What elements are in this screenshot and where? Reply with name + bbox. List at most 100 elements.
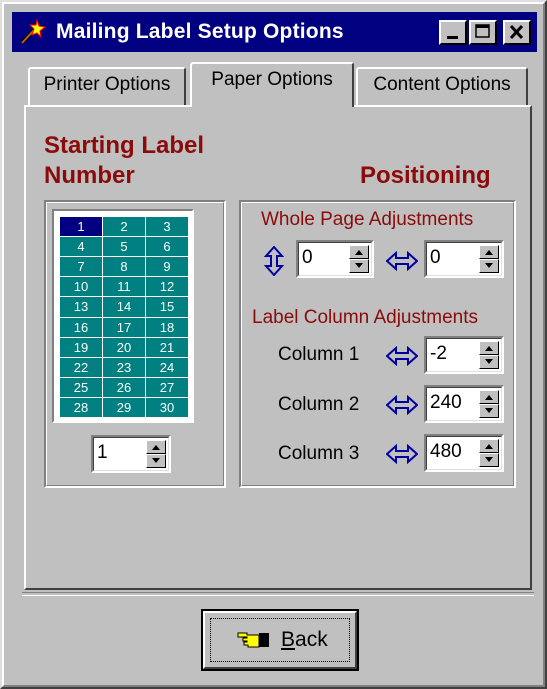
triangle-up-icon [152, 445, 160, 450]
spin-down-button[interactable] [146, 454, 166, 468]
spinner-value[interactable]: 0 [302, 247, 313, 269]
label-cell[interactable]: 28 [60, 397, 102, 417]
triangle-down-icon [152, 458, 160, 463]
spin-up-button[interactable] [479, 390, 499, 404]
label-cell[interactable]: 20 [103, 337, 145, 357]
triangle-down-icon [485, 408, 493, 413]
vertical-adjust-spinner[interactable]: 0 [296, 240, 374, 278]
title-bar[interactable]: Mailing Label Setup Options [12, 12, 537, 52]
maximize-icon [475, 24, 490, 38]
close-icon [509, 24, 524, 40]
tab-content-options[interactable]: Content Options [356, 67, 528, 105]
label-cell[interactable]: 5 [103, 237, 145, 257]
bottom-separator [22, 592, 534, 596]
label-cell[interactable]: 16 [60, 317, 102, 337]
label-cell[interactable]: 2 [103, 217, 145, 237]
starting-label-spinner[interactable]: 1 [91, 435, 171, 473]
spin-up-button[interactable] [479, 341, 499, 355]
label-cell[interactable]: 21 [146, 337, 188, 357]
label-column-heading: Label Column Adjustments [252, 307, 479, 328]
back-mnemonic: B [281, 628, 296, 651]
column-3-spinner[interactable]: 480 [424, 434, 504, 472]
triangle-up-icon [355, 250, 363, 255]
back-label-rest: ack [295, 628, 328, 651]
spinner-value[interactable]: -2 [430, 343, 447, 365]
spin-down-button[interactable] [479, 355, 499, 369]
label-sheet-preview: 1 2 3 4 5 6 7 8 9 10 11 12 13 14 15 16 17 18 19 20 21 22 23 24 2… [52, 209, 194, 423]
label-cell[interactable]: 10 [60, 277, 102, 297]
label-cell[interactable]: 23 [103, 357, 145, 377]
label-cell[interactable]: 12 [146, 277, 188, 297]
starting-label-heading: Starting Label Number [44, 131, 204, 191]
spin-up-button[interactable] [146, 440, 166, 454]
horizontal-adjust-spinner[interactable]: 0 [424, 240, 504, 278]
window-title: Mailing Label Setup Options [56, 20, 344, 43]
label-cell[interactable]: 29 [103, 397, 145, 417]
label-cell[interactable]: 7 [60, 257, 102, 277]
starting-label-heading-line1: Starting Label [44, 132, 205, 159]
label-cell[interactable]: 22 [60, 357, 102, 377]
label-cell[interactable]: 11 [103, 277, 145, 297]
tab-label: Printer Options [43, 74, 171, 95]
spinner-value[interactable]: 0 [430, 247, 441, 269]
label-cell[interactable]: 19 [60, 337, 102, 357]
pointing-hand-icon [237, 632, 269, 648]
label-cell[interactable]: 26 [103, 377, 145, 397]
label-cell[interactable]: 24 [146, 357, 188, 377]
triangle-down-icon [485, 359, 493, 364]
column-3-label: Column 3 [278, 443, 360, 464]
close-button[interactable] [503, 20, 531, 45]
column-1-label: Column 1 [278, 344, 360, 365]
horizontal-arrow-icon [386, 251, 418, 271]
tab-label: Content Options [373, 74, 511, 95]
dialog-window: Mailing Label Setup Options Printer Opti… [0, 0, 547, 689]
minimize-button[interactable] [439, 20, 467, 45]
back-button[interactable]: Back [201, 609, 359, 671]
label-cell[interactable]: 17 [103, 317, 145, 337]
spin-up-button[interactable] [479, 245, 499, 259]
horizontal-arrow-icon [386, 444, 418, 464]
spin-down-button[interactable] [479, 404, 499, 418]
spin-up-button[interactable] [479, 439, 499, 453]
triangle-down-icon [485, 263, 493, 268]
triangle-down-icon [355, 263, 363, 268]
label-cell[interactable]: 8 [103, 257, 145, 277]
spinner-value[interactable]: 480 [430, 441, 462, 463]
triangle-up-icon [485, 395, 493, 400]
label-cell[interactable]: 15 [146, 297, 188, 317]
label-cell[interactable]: 1 [60, 217, 102, 237]
tab-label: Paper Options [211, 69, 333, 90]
tab-printer-options[interactable]: Printer Options [28, 67, 186, 105]
spinner-value[interactable]: 240 [430, 392, 462, 414]
label-cell[interactable]: 18 [146, 317, 188, 337]
label-cell[interactable]: 14 [103, 297, 145, 317]
column-2-label: Column 2 [278, 394, 360, 415]
maximize-button[interactable] [469, 20, 497, 45]
spin-down-button[interactable] [479, 259, 499, 273]
column-1-spinner[interactable]: -2 [424, 336, 504, 374]
whole-page-heading: Whole Page Adjustments [261, 209, 474, 230]
spinner-value[interactable]: 1 [97, 442, 108, 464]
label-cell[interactable]: 9 [146, 257, 188, 277]
label-cell[interactable]: 13 [60, 297, 102, 317]
triangle-down-icon [485, 457, 493, 462]
label-cell[interactable]: 4 [60, 237, 102, 257]
spin-up-button[interactable] [349, 245, 369, 259]
spin-down-button[interactable] [349, 259, 369, 273]
tab-paper-options[interactable]: Paper Options [190, 62, 354, 107]
triangle-up-icon [485, 346, 493, 351]
label-cell[interactable]: 25 [60, 377, 102, 397]
minimize-icon [447, 36, 458, 39]
column-2-spinner[interactable]: 240 [424, 385, 504, 423]
magic-wand-icon [20, 18, 46, 45]
horizontal-arrow-icon [386, 346, 418, 366]
label-grid: 1 2 3 4 5 6 7 8 9 10 11 12 13 14 15 16 17 18 19 20 21 22 23 24 2… [60, 217, 188, 417]
label-cell[interactable]: 3 [146, 217, 188, 237]
label-cell[interactable]: 27 [146, 377, 188, 397]
label-cell[interactable]: 6 [146, 237, 188, 257]
positioning-heading: Positioning [360, 162, 491, 189]
label-cell[interactable]: 30 [146, 397, 188, 417]
spin-down-button[interactable] [479, 453, 499, 467]
vertical-arrow-icon [264, 246, 284, 276]
triangle-up-icon [485, 444, 493, 449]
